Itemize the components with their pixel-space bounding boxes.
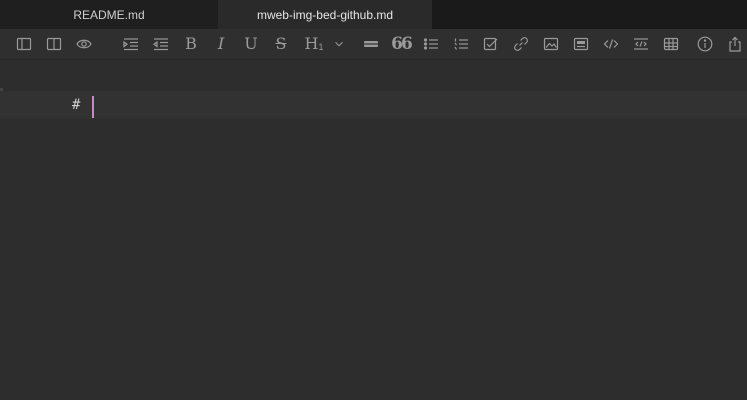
numbered-list-icon[interactable] — [451, 35, 471, 53]
quote-glyph: 66 — [391, 33, 413, 54]
bold-glyph: B — [185, 34, 197, 53]
indent-icon[interactable] — [121, 35, 141, 53]
heading-glyph: H — [304, 34, 319, 53]
quote-icon[interactable]: 66 — [391, 33, 413, 54]
info-icon[interactable] — [695, 35, 715, 53]
horizontal-rule-icon[interactable] — [361, 35, 381, 53]
tab-mweb-img-bed-github[interactable]: mweb-img-bed-github.md — [218, 0, 432, 29]
bold-icon[interactable]: B — [181, 35, 201, 53]
heading-level-glyph: 1 — [318, 41, 324, 52]
sidebar-icon[interactable] — [14, 35, 34, 53]
tab-bar: README.md mweb-img-bed-github.md — [0, 0, 747, 29]
chevron-down-icon[interactable] — [332, 35, 346, 53]
heading-icon[interactable]: H1 — [303, 35, 325, 53]
outdent-icon[interactable] — [151, 35, 171, 53]
tab-readme[interactable]: README.md — [0, 0, 218, 29]
heading-marker-text: # — [72, 97, 81, 113]
image-gallery-icon[interactable] — [571, 35, 591, 53]
strikethrough-glyph: S — [275, 34, 287, 53]
underline-glyph: U — [244, 34, 258, 53]
image-icon[interactable] — [541, 35, 561, 53]
italic-glyph: I — [217, 34, 225, 53]
text-caret — [92, 96, 94, 118]
code-icon[interactable] — [601, 35, 621, 53]
link-icon[interactable] — [511, 35, 531, 53]
share-icon[interactable] — [725, 35, 745, 53]
tab-bar-empty — [432, 0, 747, 29]
formatting-toolbar: B I U S H1 66 — [0, 29, 747, 80]
table-icon[interactable] — [661, 35, 681, 53]
bullet-list-icon[interactable] — [421, 35, 441, 53]
current-line-highlight[interactable] — [0, 91, 747, 119]
italic-icon[interactable]: I — [211, 35, 231, 53]
underline-icon[interactable]: U — [241, 35, 261, 53]
strikethrough-icon[interactable]: S — [271, 35, 291, 53]
task-list-icon[interactable] — [481, 35, 501, 53]
split-view-icon[interactable] — [44, 35, 64, 53]
code-block-icon[interactable] — [631, 35, 651, 53]
preview-eye-icon[interactable] — [74, 35, 94, 53]
